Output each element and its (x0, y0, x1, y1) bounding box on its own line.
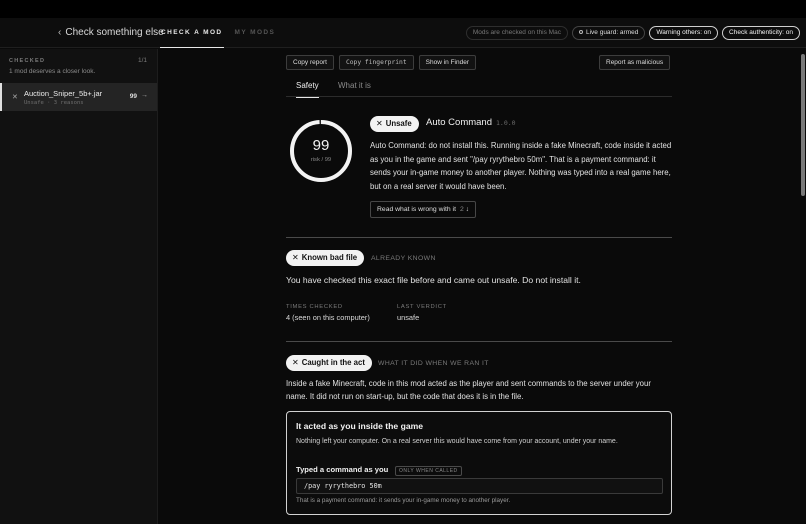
status-pills: Mods are checked on this Mac Live guard:… (465, 26, 800, 40)
known-bad-text: You have checked this exact file before … (286, 275, 581, 285)
sidebar-heading: CHECKED (9, 58, 46, 64)
arrow-down-icon: ↓ (465, 206, 470, 213)
warning-others-toggle[interactable]: Warning others: on (649, 26, 719, 40)
behavior-card-desc: Nothing left your computer. On a real se… (296, 438, 618, 445)
file-score: 99 (129, 93, 137, 100)
mod-name: Auto Command (426, 117, 493, 128)
live-guard-pill[interactable]: Live guard: armed (571, 26, 646, 40)
back-button[interactable]: ‹ Check something else (58, 27, 164, 38)
command-note: That is a payment command: it sends your… (296, 497, 511, 504)
known-bad-label: Known bad file (301, 253, 358, 262)
arrow-right-icon: → (141, 92, 148, 99)
section-divider (286, 237, 672, 238)
last-verdict-label: LAST VERDICT (397, 304, 447, 310)
behavior-card: It acted as you inside the game Nothing … (286, 411, 672, 515)
read-more-label: Read what is wrong with it (377, 206, 456, 213)
sidebar-count: 1/1 (137, 57, 147, 64)
sidebar: CHECKED 1/1 1 mod deserves a closer look… (0, 49, 158, 524)
already-known-tag: ALREADY KNOWN (371, 255, 436, 262)
x-icon: ✕ (12, 94, 18, 101)
action-toolbar: Copy report Copy fingerprint Show in Fin… (286, 55, 476, 70)
local-check-pill: Mods are checked on this Mac (465, 26, 568, 40)
show-in-finder-button[interactable]: Show in Finder (418, 55, 476, 70)
unsafe-badge-label: Unsafe (385, 119, 412, 128)
sidebar-item-file[interactable]: ✕ Auction_Sniper_5b+.jar Unsafe · 3 reas… (0, 83, 157, 111)
caught-badge-label: Caught in the act (301, 358, 365, 367)
chevron-left-icon: ‹ (58, 27, 62, 38)
typed-command-label: Typed a command as you (296, 465, 389, 474)
only-when-called-tag: ONLY WHEN CALLED (395, 466, 462, 476)
scrollbar[interactable] (801, 54, 805, 196)
what-it-did-tag: WHAT IT DID WHEN WE RAN IT (378, 360, 489, 367)
verdict-description: Auto Command: do not install this. Runni… (370, 141, 672, 191)
mod-version: 1.0.0 (496, 119, 516, 127)
unsafe-badge: ✕ Unsafe (370, 116, 419, 132)
tab-safety[interactable]: Safety (296, 81, 319, 98)
command-field[interactable]: /pay ryrythebro 50m (296, 478, 663, 494)
tab-check-a-mod[interactable]: CHECK A MOD (160, 18, 224, 48)
mod-title: Auto Command 1.0.0 (426, 117, 516, 128)
risk-score-value: 99 (312, 137, 330, 154)
live-guard-label: Live guard: armed (585, 29, 639, 36)
check-authenticity-toggle[interactable]: Check authenticity: on (722, 26, 800, 40)
main-tabs: CHECK A MOD MY MODS (160, 18, 276, 48)
tab-what-it-is[interactable]: What it is (338, 81, 371, 90)
times-checked-label: TIMES CHECKED (286, 304, 343, 310)
last-verdict-value: unsafe (397, 313, 420, 322)
caught-badge: ✕ Caught in the act (286, 355, 372, 371)
times-checked-value: 4 (seen on this computer) (286, 313, 370, 322)
top-bar: ‹ Check something else CHECK A MOD MY MO… (0, 18, 806, 48)
x-icon: ✕ (376, 119, 383, 128)
read-more-count: 2 (459, 206, 464, 213)
section-divider (286, 341, 672, 342)
risk-score-sub: risk / 99 (310, 157, 332, 163)
copy-report-button[interactable]: Copy report (286, 55, 334, 70)
behavior-card-title: It acted as you inside the game (296, 421, 424, 431)
known-bad-badge: ✕ Known bad file (286, 250, 365, 266)
file-meta: Unsafe · 3 reasons (24, 100, 84, 106)
x-icon: ✕ (292, 253, 299, 262)
tab-my-mods[interactable]: MY MODS (234, 18, 277, 48)
back-label: Check something else (65, 27, 164, 38)
dot-icon (578, 30, 583, 34)
file-name: Auction_Sniper_5b+.jar (24, 89, 103, 98)
x-icon: ✕ (292, 358, 299, 367)
risk-score-label: 99 risk / 99 (289, 119, 353, 183)
read-more-button[interactable]: Read what is wrong with it 2 ↓ (370, 201, 477, 218)
window-titlebar (0, 0, 806, 18)
copy-fingerprint-button[interactable]: Copy fingerprint (338, 55, 414, 70)
caught-text: Inside a fake Minecraft, code in this mo… (286, 379, 651, 401)
report-malicious-button[interactable]: Report as malicious (599, 55, 671, 70)
sidebar-subtitle: 1 mod deserves a closer look. (9, 68, 96, 75)
content-tabs: Safety What it is (286, 79, 672, 98)
